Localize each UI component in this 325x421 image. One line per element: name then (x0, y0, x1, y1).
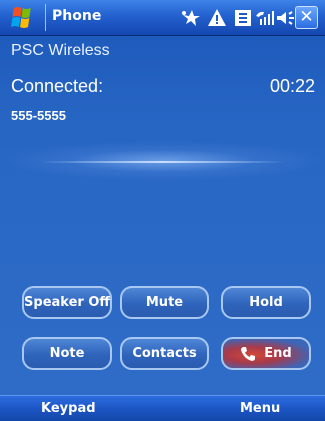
phone-icon (241, 346, 256, 361)
title-bar: Phone ✕ (0, 0, 325, 36)
alert-icon[interactable] (206, 7, 228, 29)
note-label: Note (49, 346, 85, 361)
signal-icon[interactable] (254, 7, 276, 29)
call-panel: PSC Wireless Connected: 00:22 555-5555 S… (0, 36, 325, 395)
speaker-off-label: Speaker Off (24, 295, 110, 310)
end-label: End (264, 346, 292, 361)
network-activity-icon[interactable] (180, 7, 202, 29)
carrier-name: PSC Wireless (11, 42, 110, 59)
phone-screen: Phone ✕ PSC Wireless Connected: 00:22 55… (0, 0, 325, 421)
keypad-softkey[interactable]: Keypad (41, 401, 96, 416)
hold-label: Hold (249, 295, 283, 310)
menu-bar: Keypad Menu (0, 395, 325, 421)
menu-softkey[interactable]: Menu (240, 401, 280, 416)
windows-start-icon[interactable] (2, 2, 44, 33)
mute-button[interactable]: Mute (120, 286, 209, 319)
speaker-off-button[interactable]: Speaker Off (22, 286, 112, 319)
close-button[interactable]: ✕ (295, 6, 318, 29)
contacts-button[interactable]: Contacts (120, 337, 209, 370)
volume-icon[interactable] (275, 7, 297, 29)
storage-icon[interactable] (232, 7, 254, 29)
contacts-label: Contacts (132, 346, 197, 361)
title-separator (45, 4, 46, 31)
call-timer: 00:22 (269, 76, 315, 96)
end-call-button[interactable]: End (221, 337, 311, 370)
note-button[interactable]: Note (22, 337, 112, 370)
app-title: Phone (52, 8, 102, 24)
phone-number: 555-5555 (11, 108, 66, 123)
hold-button[interactable]: Hold (221, 286, 311, 319)
divider-highlight (40, 161, 285, 163)
mute-label: Mute (145, 295, 184, 310)
call-status: Connected: (11, 76, 104, 96)
